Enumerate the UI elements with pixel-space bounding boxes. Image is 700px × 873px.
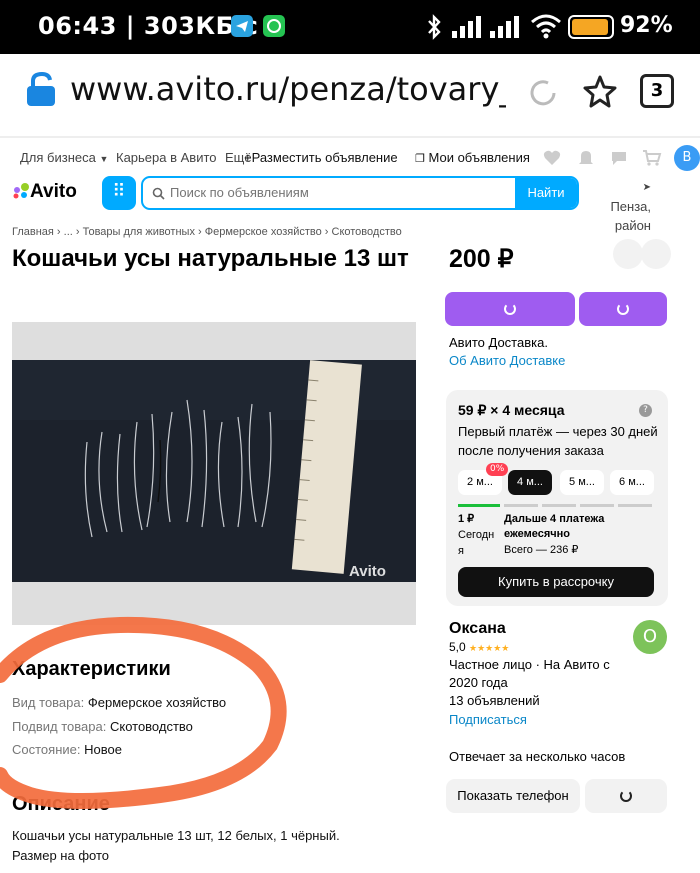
show-phone-button[interactable]: Показать телефон (446, 779, 580, 813)
search-button[interactable]: Найти (515, 178, 577, 208)
photo-whiskers-ruler: Avito (12, 322, 416, 625)
buy-with-delivery-button[interactable] (445, 292, 575, 326)
term-chip-4[interactable]: 4 м... (508, 470, 552, 495)
location-selector[interactable]: ➤ Пенза, район (600, 176, 651, 235)
seller-name[interactable]: Оксана (449, 620, 506, 638)
signal-icon-2 (490, 16, 519, 38)
battery-icon (568, 15, 614, 39)
description-text: Кошачьи усы натуральные 13 шт, 12 белых,… (12, 826, 340, 866)
schedule-segment-current (458, 504, 500, 507)
location-arrow-icon: ➤ (642, 182, 651, 193)
seller-ads-count[interactable]: 13 объявлений (449, 693, 540, 708)
loading-spinner-icon (620, 790, 632, 802)
reload-icon[interactable] (526, 76, 560, 110)
my-ads-label: Мои объявления (428, 150, 530, 165)
bluetooth-icon (428, 14, 441, 40)
help-icon[interactable]: ? (639, 404, 652, 417)
installment-subheading: Первый платёж — через 30 дней после полу… (458, 424, 658, 458)
status-bar: 06:43 | 303КБ/с 92% (0, 0, 700, 54)
plus-icon: + (244, 150, 252, 165)
address-bar[interactable]: www.avito.ru/penza/tovary_dly (70, 70, 506, 108)
installment-card: 59 ₽ × 4 месяца ? Первый платёж — через … (446, 390, 668, 606)
location-label: Пенза, район (610, 199, 651, 233)
nav-careers[interactable]: Карьера в Авито (116, 150, 217, 165)
schedule-bar (458, 504, 654, 507)
schedule-segment (542, 504, 576, 507)
chevron-down-icon: ▼ (99, 154, 109, 164)
seller-rating-value: 5,0 (449, 640, 466, 654)
heart-icon[interactable] (543, 150, 561, 166)
signal-icon (452, 16, 481, 38)
search-box: Найти (141, 176, 579, 210)
tabs-count-button[interactable]: 3 (640, 74, 674, 108)
discount-badge: 0% (486, 463, 509, 476)
chat-icon[interactable] (610, 150, 628, 166)
next-payments-label: Дальше 4 платежа ежемесячно (504, 513, 605, 540)
breadcrumb[interactable]: Главная › ... › Товары для животных › Фе… (12, 226, 402, 238)
loading-spinner-icon (504, 303, 516, 315)
avito-logo[interactable]: Avito (12, 181, 77, 203)
my-ads-link[interactable]: ❐ Мои объявления (415, 150, 530, 165)
schedule-segment (504, 504, 538, 507)
listing-title: Кошачьи усы натуральные 13 шт (12, 245, 409, 272)
first-payment-when: Сегодня (458, 529, 495, 557)
share-button[interactable] (641, 239, 671, 269)
status-time: 06:43 | 303КБ/с (38, 12, 259, 40)
nav-business-label: Для бизнеса (20, 150, 96, 165)
battery-percent: 92% (620, 13, 673, 38)
loading-spinner-icon (617, 303, 629, 315)
installment-total: Всего — 236 ₽ (504, 544, 579, 556)
add-to-cart-button[interactable] (579, 292, 667, 326)
toolbar-divider (0, 136, 700, 138)
photo-watermark: Avito (349, 563, 386, 580)
first-payment-amount: 1 ₽ (458, 513, 475, 525)
cart-icon[interactable] (642, 149, 662, 167)
bell-icon[interactable] (578, 149, 594, 167)
subscribe-link[interactable]: Подписаться (449, 712, 527, 727)
installment-heading: 59 ₽ × 4 месяца (458, 402, 565, 418)
favorite-button[interactable] (613, 239, 643, 269)
user-avatar[interactable]: В (674, 145, 700, 171)
seller-avatar[interactable]: О (633, 620, 667, 654)
price: 200 ₽ (449, 245, 514, 273)
delivery-info-link[interactable]: Об Авито Доставке (449, 353, 565, 368)
seller-type: Частное лицо · На Авито с 2020 года (449, 657, 610, 690)
categories-button[interactable]: ⠿ (102, 176, 136, 210)
schedule-segment (580, 504, 614, 507)
description-line: Размер на фото (12, 848, 109, 863)
seller-response-time: Отвечает за несколько часов (449, 749, 626, 764)
telegram-icon (231, 15, 253, 37)
lock-icon[interactable] (25, 72, 59, 108)
delivery-title: Авито Доставка. (449, 335, 548, 350)
search-icon (152, 187, 165, 200)
listing-photo[interactable]: Avito (12, 322, 416, 625)
wifi-icon (531, 14, 561, 39)
orange-annotation-circle (0, 616, 287, 809)
schedule-segment (618, 504, 652, 507)
whatsapp-icon (263, 15, 285, 37)
avito-logo-text: Avito (30, 181, 77, 202)
search-input[interactable] (170, 185, 510, 200)
term-chip-6[interactable]: 6 м... (610, 470, 654, 495)
description-line: Кошачьи усы натуральные 13 шт, 12 белых,… (12, 828, 340, 843)
rating-stars-icon: ★★★★★ (469, 643, 510, 653)
write-message-button[interactable] (585, 779, 667, 813)
post-ad-link[interactable]: +Разместить объявление (244, 150, 398, 165)
nav-business[interactable]: Для бизнеса ▼ (20, 150, 108, 165)
avito-logo-dots-icon (13, 183, 29, 199)
post-ad-label: Разместить объявление (251, 150, 398, 165)
grid-icon: ⠿ (112, 181, 126, 202)
star-icon[interactable] (582, 74, 618, 110)
copy-icon: ❐ (415, 153, 425, 165)
seller-rating: 5,0 ★★★★★ (449, 640, 509, 654)
term-chip-5[interactable]: 5 м... (560, 470, 604, 495)
buy-installment-button[interactable]: Купить в рассрочку (458, 567, 654, 597)
